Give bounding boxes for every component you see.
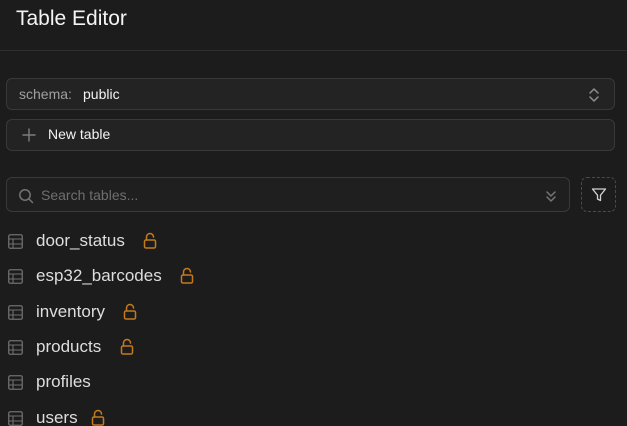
table-name: esp32_barcodes	[36, 266, 162, 285]
new-table-label: New table	[48, 126, 111, 142]
table-item-door-status[interactable]: door_status	[0, 223, 627, 258]
schema-label: schema:	[19, 86, 72, 102]
schema-select[interactable]: schema: public	[6, 78, 615, 110]
table-icon	[8, 340, 23, 355]
filter-icon	[591, 188, 607, 202]
unlocked-lock-icon	[120, 338, 134, 355]
table-icon	[8, 375, 23, 390]
plus-icon	[22, 128, 36, 142]
table-item-profiles[interactable]: profiles	[0, 364, 627, 399]
table-icon	[8, 269, 23, 284]
unlocked-lock-icon	[143, 232, 157, 249]
unlocked-lock-icon	[180, 267, 194, 284]
schema-value: public	[83, 86, 120, 102]
table-name: profiles	[36, 372, 91, 391]
table-name: users	[36, 408, 78, 426]
chevrons-up-down-icon	[589, 88, 599, 102]
table-item-inventory[interactable]: inventory	[0, 294, 627, 329]
unlocked-lock-icon	[91, 409, 105, 426]
table-item-esp32-barcodes[interactable]: esp32_barcodes	[0, 258, 627, 293]
new-table-button[interactable]: New table	[6, 119, 615, 151]
table-name: inventory	[36, 302, 105, 321]
table-name: door_status	[36, 231, 125, 250]
table-editor-header: Table Editor	[0, 0, 627, 51]
table-item-products[interactable]: products	[0, 329, 627, 364]
tables-list: door_status esp32_barcodes inventory pro…	[0, 223, 627, 426]
search-input[interactable]	[41, 184, 531, 206]
unlocked-lock-icon	[123, 303, 137, 320]
search-icon	[19, 189, 34, 204]
table-item-users[interactable]: users	[0, 400, 627, 426]
filter-button[interactable]	[581, 177, 616, 212]
table-icon	[8, 234, 23, 249]
table-icon	[8, 411, 23, 426]
table-icon	[8, 305, 23, 320]
table-name: products	[36, 337, 102, 356]
chevrons-down-icon[interactable]	[545, 187, 557, 205]
page-title: Table Editor	[16, 7, 127, 30]
search-tables-box[interactable]	[6, 177, 570, 212]
